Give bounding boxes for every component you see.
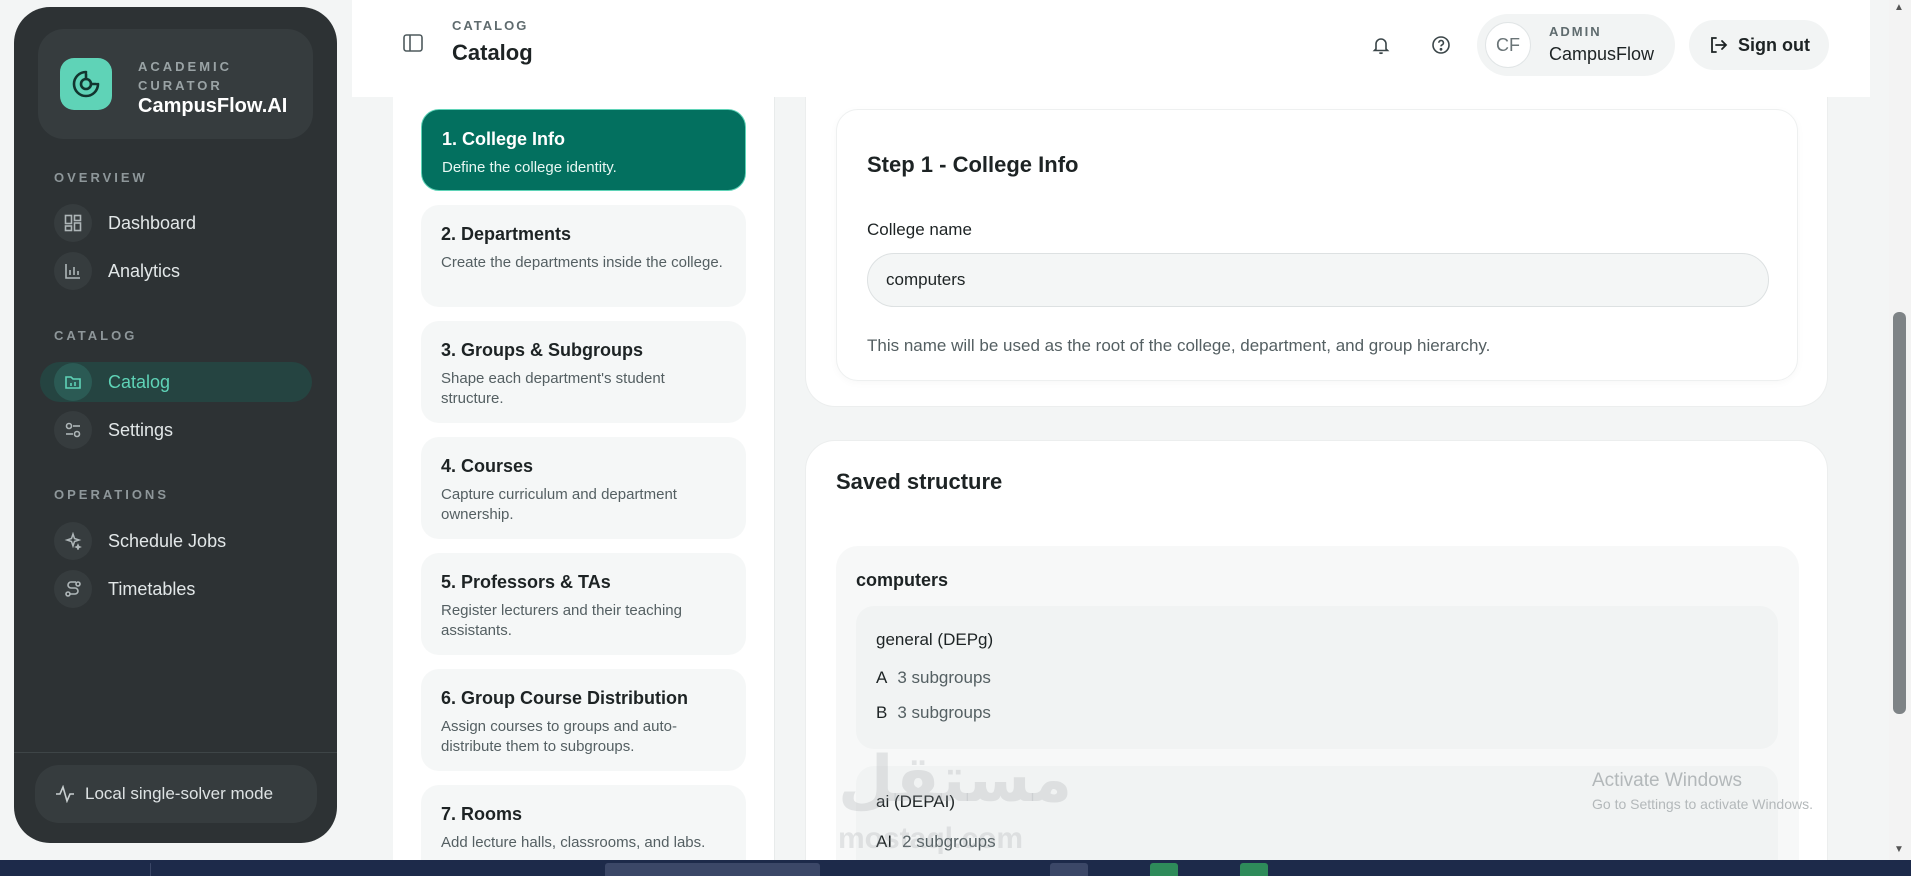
group-row: A 3 subgroups	[876, 668, 991, 688]
department-card: general (DEPg) A 3 subgroups B 3 subgroups	[856, 606, 1778, 749]
brand-logo-icon	[60, 58, 112, 110]
sidebar-item-label: Timetables	[108, 578, 196, 599]
os-taskbar	[0, 860, 1911, 876]
sidebar-divider	[14, 752, 337, 753]
sparkle-icon	[54, 522, 92, 560]
step-courses[interactable]: 4. Courses Capture curriculum and depart…	[421, 437, 746, 539]
group-info: 3 subgroups	[897, 668, 991, 687]
scroll-up-arrow-icon[interactable]: ▲	[1894, 2, 1904, 13]
step-group-course-distribution[interactable]: 6. Group Course Distribution Assign cour…	[421, 669, 746, 771]
department-name: general (DEPg)	[876, 630, 994, 649]
step-title: 3. Groups & Subgroups	[441, 340, 644, 360]
page-kicker: CATALOG	[452, 18, 529, 33]
step-title: 2. Departments	[441, 224, 572, 244]
nav-section-operations: OPERATIONS	[54, 487, 169, 502]
activity-icon	[56, 785, 74, 803]
nav-section-catalog: CATALOG	[54, 328, 138, 343]
dashboard-icon	[54, 204, 92, 242]
sign-out-icon	[1711, 37, 1728, 53]
college-name-label: College name	[867, 220, 972, 239]
help-button[interactable]	[1421, 25, 1461, 65]
sidebar-item-label: Analytics	[108, 260, 181, 281]
step-groups[interactable]: 3. Groups & Subgroups Shape each departm…	[421, 321, 746, 423]
step-desc: Add lecture halls, classrooms, and labs.	[441, 834, 706, 851]
step-desc: Capture curriculum and department owners…	[441, 486, 677, 523]
taskbar-app-icon[interactable]	[1050, 863, 1088, 876]
sign-out-button[interactable]: Sign out	[1689, 20, 1829, 70]
sidebar-toggle-button[interactable]	[402, 32, 426, 56]
page-scrollbar[interactable]: ▲ ▼	[1889, 0, 1911, 860]
sidebar-item-analytics[interactable]: Analytics	[40, 251, 312, 291]
sidebar-item-timetables[interactable]: Timetables	[40, 569, 312, 609]
step-heading: Step 1 - College Info	[867, 152, 1079, 177]
step-desc: Create the departments inside the colleg…	[441, 254, 723, 271]
wizard-steps: 1. College Info Define the college ident…	[393, 97, 775, 876]
notifications-button[interactable]	[1361, 25, 1401, 65]
brand-name: CampusFlow.AI	[138, 95, 288, 117]
route-icon	[54, 570, 92, 608]
analytics-icon	[54, 252, 92, 290]
group-code: A	[876, 668, 888, 687]
sidebar-item-dashboard[interactable]: Dashboard	[40, 203, 312, 243]
taskbar-divider	[150, 863, 151, 876]
activate-windows-subtitle: Go to Settings to activate Windows.	[1592, 796, 1813, 812]
help-icon	[1432, 36, 1450, 54]
sidebar-item-label: Catalog	[108, 371, 171, 392]
top-header: CATALOG Catalog CF ADMIN CampusFlow Sign…	[352, 0, 1870, 97]
solver-mode-pill: Local single-solver mode	[35, 765, 317, 823]
sidebar-item-label: Dashboard	[108, 212, 197, 233]
group-info: 3 subgroups	[897, 703, 991, 722]
step-title: 7. Rooms	[441, 804, 523, 824]
solver-mode-label: Local single-solver mode	[85, 784, 274, 803]
step-title: 6. Group Course Distribution	[441, 688, 689, 708]
college-info-card: Step 1 - College Info College name This …	[805, 97, 1828, 407]
catalog-icon	[54, 363, 92, 401]
scrollbar-thumb[interactable]	[1893, 312, 1906, 714]
user-menu[interactable]: CF ADMIN CampusFlow	[1477, 14, 1675, 76]
taskbar-app-icon[interactable]	[1240, 863, 1268, 876]
step-desc: Register lecturers and their teaching as…	[441, 602, 682, 639]
step-title: 1. College Info	[442, 129, 566, 149]
college-name-help: This name will be used as the root of th…	[867, 336, 1491, 355]
bell-icon	[1372, 38, 1390, 55]
step-desc: Shape each department's student structur…	[441, 370, 665, 407]
brand-kicker: ACADEMIC CURATOR	[138, 59, 233, 93]
taskbar-app-icon[interactable]	[1150, 863, 1178, 876]
user-role: ADMIN	[1549, 24, 1602, 39]
activate-windows-title: Activate Windows	[1592, 770, 1742, 791]
step-title: 4. Courses	[441, 456, 534, 476]
step-professors[interactable]: 5. Professors & TAs Register lecturers a…	[421, 553, 746, 655]
sidebar-item-label: Schedule Jobs	[108, 530, 227, 551]
avatar: CF	[1485, 22, 1531, 68]
saved-structure-title: Saved structure	[836, 469, 1003, 494]
page-title: Catalog	[452, 40, 533, 65]
nav-section-overview: OVERVIEW	[54, 170, 148, 185]
group-row: B 3 subgroups	[876, 703, 991, 723]
mostaql-watermark: مستقل	[838, 743, 1073, 815]
sidebar: ACADEMIC CURATOR CampusFlow.AI OVERVIEW …	[14, 7, 337, 843]
step-title: 5. Professors & TAs	[441, 572, 611, 592]
sidebar-item-catalog[interactable]: Catalog	[40, 362, 312, 402]
sidebar-item-label: Settings	[108, 419, 174, 440]
user-name: CampusFlow	[1549, 44, 1655, 64]
settings-icon	[54, 411, 92, 449]
mostaql-watermark-url: mostaql.com	[838, 822, 1024, 855]
step-desc: Define the college identity.	[442, 159, 617, 176]
scroll-down-arrow-icon[interactable]: ▼	[1894, 844, 1904, 855]
college-name-input[interactable]	[867, 253, 1769, 307]
sidebar-item-settings[interactable]: Settings	[40, 410, 312, 450]
step-college-info[interactable]: 1. College Info Define the college ident…	[421, 109, 746, 191]
college-info-form: Step 1 - College Info College name This …	[836, 109, 1798, 381]
sidebar-item-schedule-jobs[interactable]: Schedule Jobs	[40, 521, 312, 561]
sidebar-toggle-icon	[403, 34, 423, 52]
taskbar-search[interactable]	[605, 863, 820, 876]
tree-college-name: computers	[856, 570, 949, 590]
group-code: B	[876, 703, 888, 722]
brand-card: ACADEMIC CURATOR CampusFlow.AI	[38, 29, 313, 139]
step-departments[interactable]: 2. Departments Create the departments in…	[421, 205, 746, 307]
sign-out-label: Sign out	[1738, 34, 1810, 55]
step-desc: Assign courses to groups and auto-distri…	[441, 718, 677, 755]
